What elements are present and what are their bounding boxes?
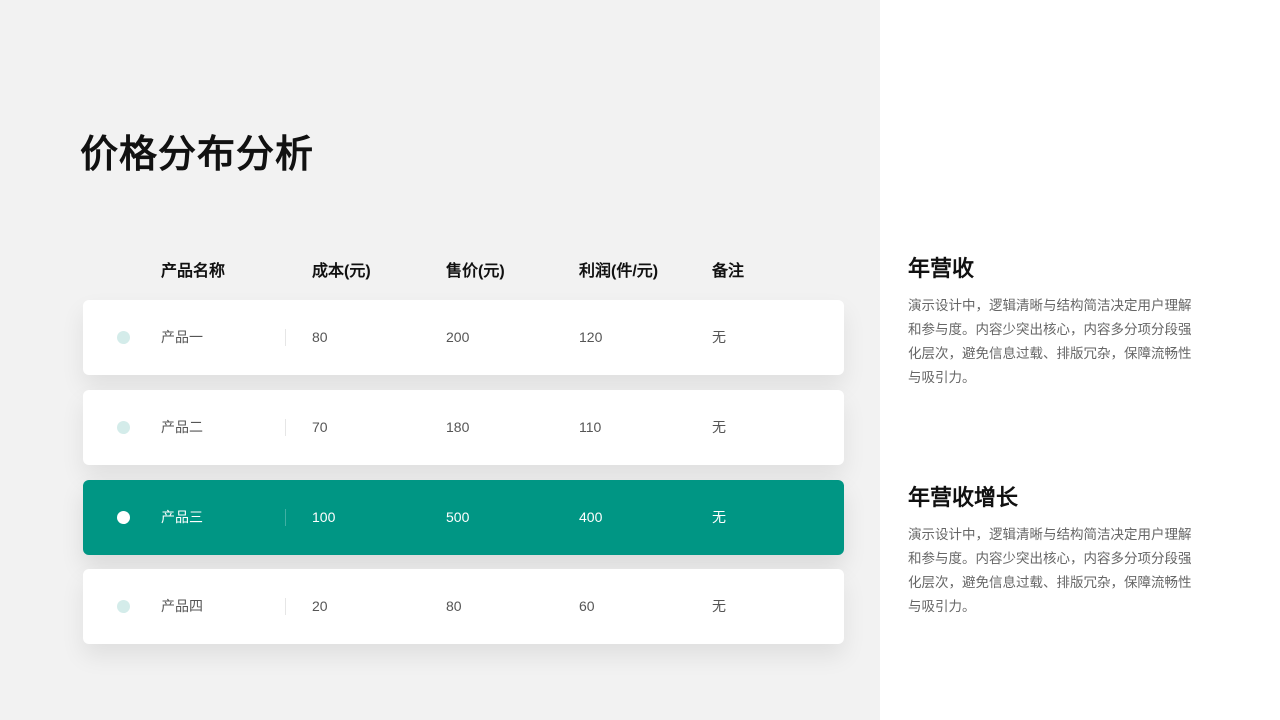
cell-cost: 100 <box>312 509 336 525</box>
header-profit: 利润(件/元) <box>579 263 659 280</box>
cell-profit: 400 <box>579 509 603 525</box>
cell-remark: 无 <box>712 598 726 614</box>
section-body: 演示设计中，逻辑清晰与结构简洁决定用户理解和参与度。内容少突出核心，内容多分项分… <box>908 298 1192 385</box>
cell-cost: 80 <box>312 329 328 345</box>
cell-remark: 无 <box>712 509 726 525</box>
section-revenue-growth: 年营收增长 演示设计中，逻辑清晰与结构简洁决定用户理解和参与度。内容少突出核心，… <box>908 483 1198 619</box>
table-row: 产品二 70 180 110 无 <box>83 390 844 465</box>
header-product-name: 产品名称 <box>161 263 226 280</box>
column-divider <box>285 598 286 615</box>
cell-price: 180 <box>446 419 470 435</box>
cell-price: 500 <box>446 509 470 525</box>
cell-product-name: 产品四 <box>161 598 203 614</box>
table-row: 产品一 80 200 120 无 <box>83 300 844 375</box>
cell-product-name: 产品一 <box>161 329 203 345</box>
slide: 价格分布分析 产品名称 成本(元) 售价(元) 利润(件/元) 备注 产品一 8… <box>0 0 1280 720</box>
cell-profit: 110 <box>579 419 602 435</box>
header-price: 售价(元) <box>446 263 505 280</box>
cell-price: 200 <box>446 329 470 345</box>
section-annual-revenue: 年营收 演示设计中，逻辑清晰与结构简洁决定用户理解和参与度。内容少突出核心，内容… <box>908 254 1198 390</box>
column-divider <box>285 419 286 436</box>
section-title: 年营收增长 <box>908 485 1019 510</box>
bullet-dot-icon <box>117 331 130 344</box>
cell-profit: 60 <box>579 598 595 614</box>
cell-product-name: 产品二 <box>161 419 203 435</box>
cell-remark: 无 <box>712 419 726 435</box>
section-body: 演示设计中，逻辑清晰与结构简洁决定用户理解和参与度。内容少突出核心，内容多分项分… <box>908 527 1192 614</box>
table-row-highlighted: 产品三 100 500 400 无 <box>83 480 844 555</box>
header-cost: 成本(元) <box>312 263 371 280</box>
cell-cost: 20 <box>312 598 328 614</box>
page-title: 价格分布分析 <box>80 134 315 176</box>
cell-cost: 70 <box>312 419 328 435</box>
bullet-dot-icon <box>117 600 130 613</box>
bullet-dot-icon <box>117 421 130 434</box>
cell-profit: 120 <box>579 329 603 345</box>
table-header: 产品名称 成本(元) 售价(元) 利润(件/元) 备注 <box>83 258 844 286</box>
column-divider <box>285 329 286 346</box>
header-remark: 备注 <box>712 263 745 280</box>
cell-product-name: 产品三 <box>161 509 203 525</box>
bullet-dot-icon <box>117 511 130 524</box>
section-title: 年营收 <box>908 256 975 281</box>
cell-price: 80 <box>446 598 462 614</box>
table-row: 产品四 20 80 60 无 <box>83 569 844 644</box>
cell-remark: 无 <box>712 329 726 345</box>
column-divider <box>285 509 286 526</box>
